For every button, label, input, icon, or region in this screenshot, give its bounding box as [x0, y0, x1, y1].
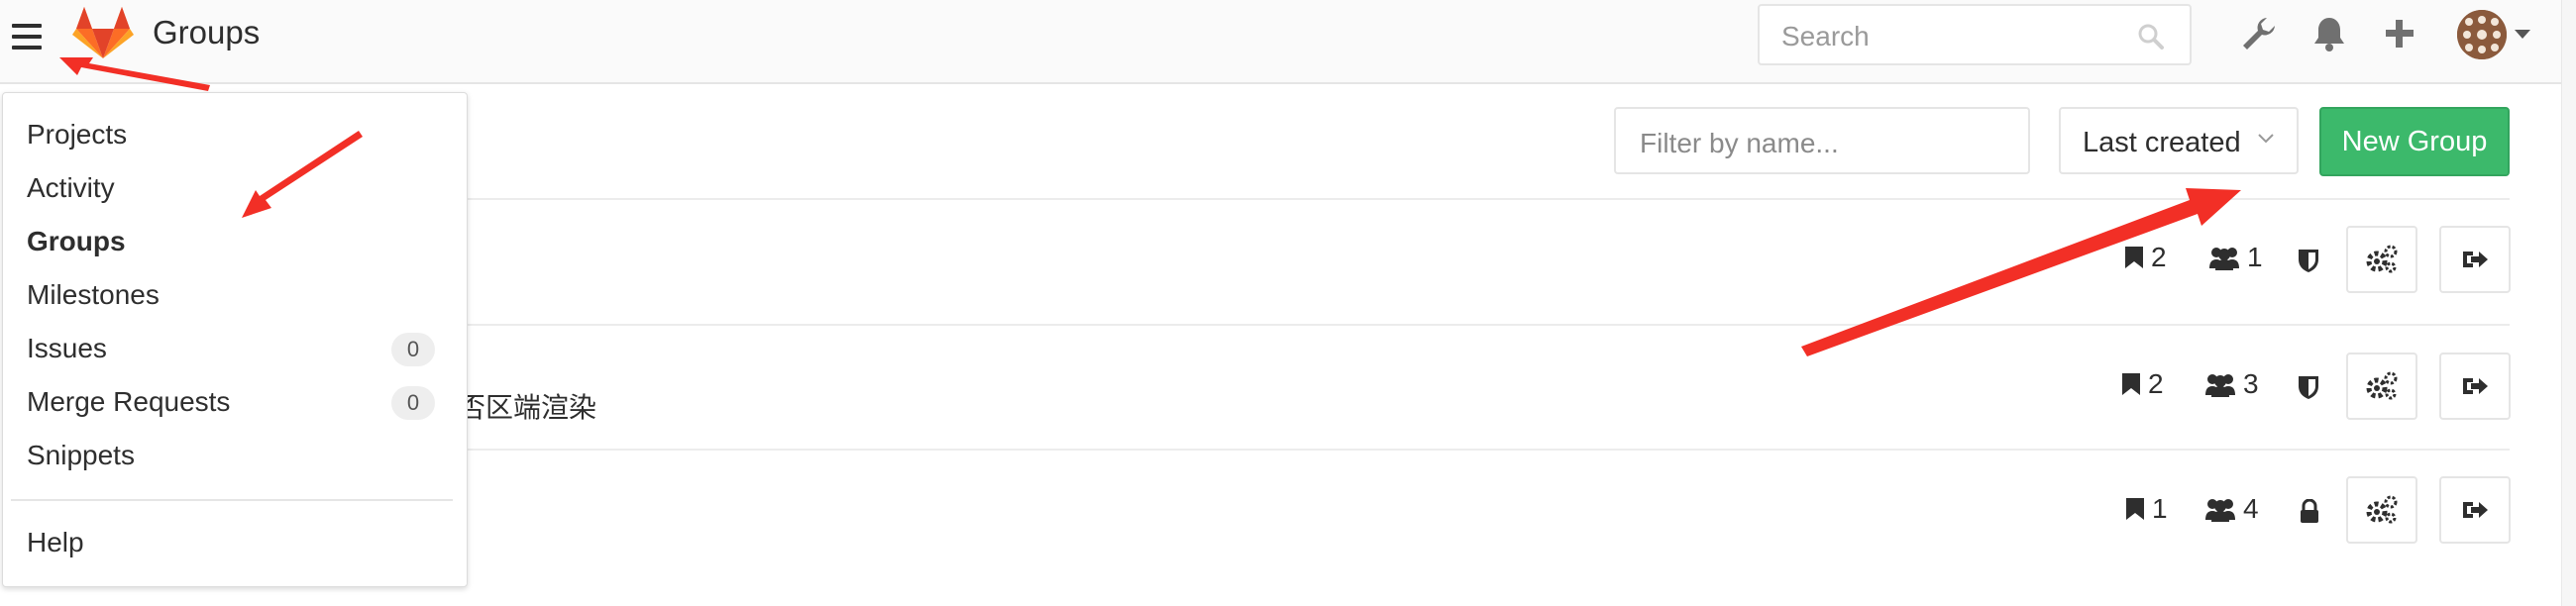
sign-out-icon	[2463, 252, 2488, 267]
shield-icon	[2299, 376, 2318, 399]
bookmark-icon	[2122, 373, 2140, 395]
members-count-value: 3	[2243, 368, 2259, 399]
users-icon	[2205, 374, 2235, 397]
menu-item-milestones[interactable]: Milestones	[27, 279, 160, 311]
search-icon	[2138, 24, 2164, 50]
users-icon	[2205, 499, 2235, 522]
search-input[interactable]	[1779, 20, 2140, 53]
gears-icon	[2366, 495, 2398, 524]
members-count: 3	[2203, 368, 2259, 400]
gitlab-logo[interactable]	[72, 5, 134, 60]
hamburger-menu-button[interactable]	[12, 24, 42, 50]
sort-dropdown[interactable]: Last created	[2059, 107, 2299, 174]
members-count: 4	[2203, 493, 2259, 525]
projects-count-value: 2	[2151, 242, 2167, 272]
projects-count: 2	[2123, 242, 2167, 273]
plus-icon[interactable]	[2378, 12, 2421, 55]
lock-icon	[2301, 499, 2318, 523]
projects-count-value: 1	[2152, 493, 2168, 524]
bookmark-icon	[2125, 247, 2143, 268]
page-title[interactable]: Groups	[153, 14, 260, 51]
group-name[interactable]: 否区端渲染	[458, 386, 596, 426]
filter-input[interactable]	[1638, 127, 2008, 160]
new-group-button[interactable]: New Group	[2319, 107, 2510, 176]
annotation-arrow	[1801, 188, 2241, 356]
admin-wrench-icon[interactable]	[2237, 12, 2281, 55]
group-settings-button[interactable]	[2346, 353, 2417, 420]
issues-count-badge: 0	[391, 333, 435, 366]
hamburger-icon	[12, 24, 42, 28]
window-edge	[2561, 0, 2576, 606]
leave-group-button[interactable]	[2439, 476, 2511, 544]
menu-item-help[interactable]: Help	[27, 527, 84, 558]
sort-label: Last created	[2083, 127, 2241, 158]
menu-item-issues[interactable]: Issues	[27, 333, 107, 364]
group-settings-button[interactable]	[2346, 476, 2417, 544]
chevron-down-icon	[2258, 134, 2274, 144]
menu-item-merge-requests[interactable]: Merge Requests	[27, 386, 230, 418]
row-divider	[436, 449, 2510, 451]
menu-item-snippets[interactable]: Snippets	[27, 440, 135, 471]
members-count-value: 4	[2243, 493, 2259, 524]
users-icon	[2209, 248, 2239, 270]
row-divider	[436, 198, 2510, 200]
bookmark-icon	[2126, 498, 2144, 520]
members-count-value: 1	[2247, 242, 2263, 272]
projects-count-value: 2	[2148, 368, 2164, 399]
caret-down-icon[interactable]	[2515, 30, 2530, 39]
gears-icon	[2366, 245, 2398, 273]
projects-count: 2	[2120, 368, 2164, 400]
avatar[interactable]	[2457, 10, 2507, 59]
merge-requests-count-badge: 0	[391, 386, 435, 420]
bell-icon[interactable]	[2308, 12, 2351, 55]
row-divider	[436, 324, 2510, 326]
sign-out-icon	[2463, 502, 2488, 518]
menu-item-groups[interactable]: Groups	[27, 226, 126, 257]
gears-icon	[2366, 371, 2398, 400]
members-count: 1	[2207, 242, 2263, 273]
menu-item-activity[interactable]: Activity	[27, 172, 115, 204]
sign-out-icon	[2463, 378, 2488, 394]
menu-divider	[11, 499, 453, 501]
leave-group-button[interactable]	[2439, 353, 2511, 420]
leave-group-button[interactable]	[2439, 226, 2511, 293]
group-settings-button[interactable]	[2346, 226, 2417, 293]
projects-count: 1	[2124, 493, 2168, 525]
filter-box[interactable]	[1614, 107, 2030, 174]
nav-dropdown-menu: Projects Activity Groups Milestones Issu…	[2, 92, 468, 587]
search-box[interactable]	[1758, 4, 2192, 65]
menu-item-projects[interactable]: Projects	[27, 119, 127, 151]
shield-icon	[2299, 250, 2318, 272]
